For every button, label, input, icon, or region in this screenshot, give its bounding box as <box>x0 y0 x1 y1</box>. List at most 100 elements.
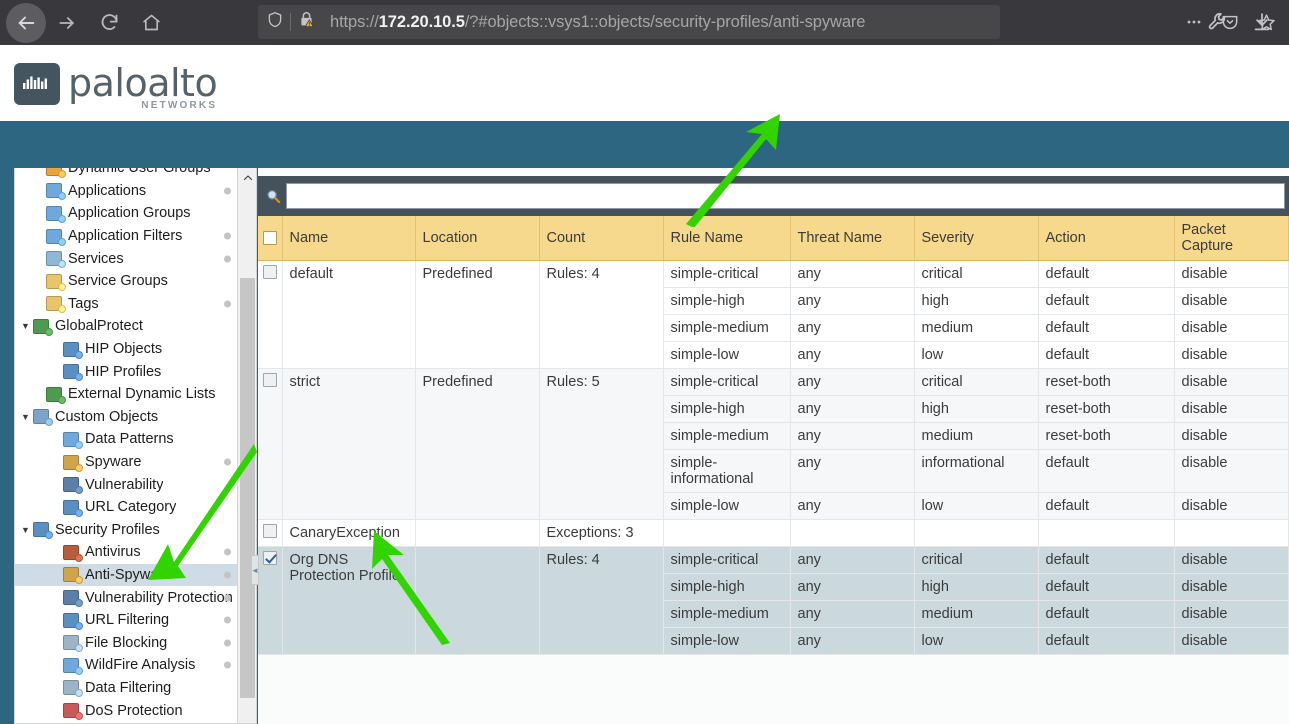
reload-icon[interactable] <box>88 2 130 44</box>
column-header-action[interactable]: Action <box>1038 216 1175 261</box>
sidebar-item-service-groups[interactable]: Service Groups <box>15 270 239 293</box>
tree-expand-icon[interactable]: ▼ <box>19 412 32 422</box>
tree-expand-icon[interactable]: ▼ <box>19 525 32 535</box>
sidebar-item-dynamic-user-groups[interactable]: Dynamic User Groups <box>15 168 239 180</box>
sidebar-item-vulnerability-protection[interactable]: Vulnerability Protection <box>15 586 239 609</box>
cell-severity: low <box>914 341 1039 369</box>
sidebar-item-hip-objects[interactable]: HIP Objects <box>15 338 239 361</box>
cell-rule-name: simple-high <box>663 395 791 423</box>
cell-threat-name: any <box>790 287 915 315</box>
sidebar-item-application-filters[interactable]: Application Filters <box>15 225 239 248</box>
cell-count: Exceptions: 3 <box>539 519 664 547</box>
cell-name[interactable]: CanaryException <box>282 519 416 547</box>
sidebar-item-applications[interactable]: Applications <box>15 180 239 203</box>
sidebar-item-antivirus[interactable]: Antivirus <box>15 541 239 564</box>
chevron-up-icon[interactable] <box>238 168 256 187</box>
column-header-name[interactable]: Name <box>282 216 416 261</box>
column-header-packet-capture[interactable]: Packet Capture <box>1174 216 1289 261</box>
cell-threat-name <box>790 519 915 547</box>
column-header-threat-name[interactable]: Threat Name <box>790 216 915 261</box>
column-header-rule-name[interactable]: Rule Name <box>663 216 791 261</box>
sidebar-item-url-category[interactable]: URL Category <box>15 496 239 519</box>
main-content-panel: Name Location Count Rule Name Threat Name Sev… <box>258 168 1289 724</box>
url-bar[interactable]: https://172.20.10.5/?#objects::vsys1::ob… <box>258 5 1000 39</box>
download-icon[interactable] <box>1245 5 1279 39</box>
panel-collapse-handle[interactable]: ◄ <box>251 555 259 585</box>
cell-name[interactable]: Org DNS Protection Profile <box>282 546 416 655</box>
table-row[interactable]: CanaryException Exceptions: 3 <box>258 519 1289 547</box>
sidebar-item-status-dot <box>224 187 231 195</box>
row-checkbox-cell <box>258 368 283 520</box>
shield-icon[interactable] <box>266 10 284 34</box>
cell-action: default <box>1038 492 1175 520</box>
cell-packet-capture: disable <box>1174 627 1289 655</box>
table-row[interactable]: strict Predefined Rules: 5 simple-critical a… <box>258 368 1289 520</box>
cell-name[interactable]: strict <box>282 368 416 520</box>
sidebar-item-wildfire-analysis[interactable]: WildFire Analysis <box>15 654 239 677</box>
url-text[interactable]: https://172.20.10.5/?#objects::vsys1::ob… <box>322 13 865 32</box>
row-select-checkbox[interactable] <box>263 551 277 565</box>
spyware-icon <box>62 454 83 472</box>
row-select-checkbox[interactable] <box>263 265 277 279</box>
cell-count: Rules: 4 <box>539 260 664 369</box>
cell-severity: informational <box>914 449 1039 493</box>
select-all-checkbox[interactable] <box>263 231 277 245</box>
cell-location <box>415 546 540 655</box>
wrench-icon[interactable] <box>1201 5 1235 39</box>
lock-warning-icon[interactable] <box>297 10 316 34</box>
sidebar-item-label: Tags <box>68 295 99 312</box>
tree-expand-icon[interactable]: ▼ <box>19 321 32 331</box>
cell-rule-name: simple-high <box>663 573 791 601</box>
sidebar-scrollbar-thumb[interactable] <box>240 278 255 698</box>
home-icon[interactable] <box>130 2 172 44</box>
column-header-location[interactable]: Location <box>415 216 540 261</box>
sidebar-item-url-filtering[interactable]: URL Filtering <box>15 609 239 632</box>
anti-spyware-profiles-table: Name Location Count Rule Name Threat Name Sev… <box>258 216 1289 655</box>
sidebar-item-spyware[interactable]: Spyware <box>15 451 239 474</box>
sidebar-item-hip-profiles[interactable]: HIP Profiles <box>15 360 239 383</box>
sidebar-item-label: WildFire Analysis <box>85 657 196 674</box>
sidebar-item-security-profiles[interactable]: ▼ Security Profiles <box>15 519 239 542</box>
column-header-severity[interactable]: Severity <box>914 216 1039 261</box>
cell-packet-capture: disable <box>1174 422 1289 450</box>
cell-name[interactable]: default <box>282 260 416 369</box>
sidebar-item-data-filtering[interactable]: Data Filtering <box>15 677 239 700</box>
cell-packet-capture: disable <box>1174 395 1289 423</box>
sidebar-item-label: Anti-Spyware <box>85 566 172 583</box>
sidebar-item-globalprotect[interactable]: ▼ GlobalProtect <box>15 315 239 338</box>
cell-severity: high <box>914 573 1039 601</box>
table-row[interactable]: Org DNS Protection Profile Rules: 4 simple… <box>258 546 1289 655</box>
sidebar-item-anti-spyware[interactable]: Anti-Spyware <box>15 563 239 587</box>
search-icon[interactable] <box>262 188 284 205</box>
row-select-checkbox[interactable] <box>263 373 277 387</box>
cell-action: default <box>1038 260 1175 288</box>
sidebar-item-label: GlobalProtect <box>55 318 143 335</box>
sidebar-item-external-dynamic-lists[interactable]: External Dynamic Lists <box>15 383 239 406</box>
cell-threat-name: any <box>790 260 915 288</box>
sidebar-item-tags[interactable]: Tags <box>15 293 239 316</box>
sidebar-item-dos-protection[interactable]: DoS Protection <box>15 699 239 722</box>
url-path: /?#objects::vsys1::objects/security-prof… <box>464 12 866 31</box>
back-arrow-icon[interactable] <box>6 2 46 43</box>
row-select-checkbox[interactable] <box>263 524 277 538</box>
sidebar-item-custom-objects[interactable]: ▼ Custom Objects <box>15 406 239 429</box>
sidebar-item-services[interactable]: Services <box>15 247 239 270</box>
sidebar-item-status-dot <box>224 594 231 602</box>
sidebar-item-data-patterns[interactable]: Data Patterns <box>15 428 239 451</box>
cell-packet-capture: disable <box>1174 546 1289 574</box>
cell-packet-capture: disable <box>1174 573 1289 601</box>
sidebar-item-label: Applications <box>68 182 147 199</box>
sidebar-item-label: Vulnerability Protection <box>85 589 233 606</box>
sidebar-item-application-groups[interactable]: Application Groups <box>15 202 239 225</box>
forward-arrow-icon[interactable] <box>46 2 88 44</box>
sidebar-item-file-blocking[interactable]: File Blocking <box>15 631 239 654</box>
sidebar-item-vulnerability[interactable]: Vulnerability <box>15 473 239 496</box>
sidebar-item-label: Dynamic User Groups <box>68 168 211 177</box>
column-header-count[interactable]: Count <box>539 216 664 261</box>
table-row[interactable]: default Predefined Rules: 4 simple-critical… <box>258 260 1289 369</box>
sidebar-scrollbar[interactable] <box>237 168 256 723</box>
cell-rule-name: simple-medium <box>663 600 791 628</box>
browser-toolbar: https://172.20.10.5/?#objects::vsys1::ob… <box>0 0 1289 45</box>
sidebar-item-status-dot <box>224 232 231 240</box>
search-input[interactable] <box>286 183 1285 209</box>
